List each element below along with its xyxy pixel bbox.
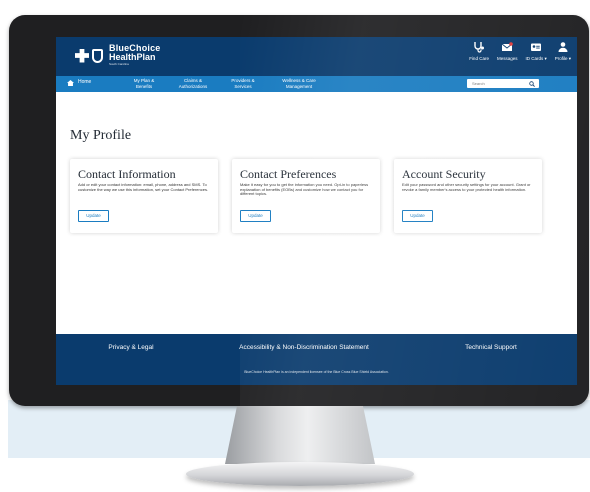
nav-item-providers-services[interactable]: Providers & Services (229, 78, 257, 89)
update-account-security-button[interactable]: Update (402, 210, 433, 222)
card-title: Account Security (402, 167, 486, 181)
nav-item-wellness-care-management[interactable]: Wellness & Care Management (271, 78, 327, 89)
licensee-note: BlueChoice HealthPlan is an independent … (244, 370, 389, 374)
monitor-mockup: BlueChoice HealthPlan South Carolina Fin… (0, 0, 590, 492)
card-description: Edit your password and other security se… (402, 182, 531, 192)
logo-line-3: South Carolina (109, 62, 129, 66)
card-description: Make it easy for you to get the informat… (240, 182, 369, 197)
update-contact-information-button[interactable]: Update (78, 210, 109, 222)
main-nav: Home My Plan & Benefits Claims & Authori… (56, 76, 577, 92)
monitor-stand-neck (225, 406, 375, 464)
utility-nav: Find Care Messages ID Cards ▾ Profile ▾ (469, 41, 571, 62)
id-card-icon (531, 43, 542, 51)
card-title: Contact Information (78, 167, 176, 181)
account-security-card: Account Security Edit your password and … (394, 159, 542, 233)
card-description: Add or edit your contact information: em… (78, 182, 209, 192)
nav-item-claims-authorizations[interactable]: Claims & Authorizations (173, 78, 213, 89)
bluechoice-logo[interactable]: BlueChoice HealthPlan South Carolina (75, 44, 161, 67)
person-icon (558, 42, 568, 52)
contact-information-card: Contact Information Add or edit your con… (70, 159, 218, 233)
stethoscope-icon (474, 42, 485, 53)
shield-logo-icon (92, 48, 103, 63)
envelope-icon (501, 42, 514, 51)
messages-label: Messages (496, 56, 518, 61)
search-icon[interactable] (529, 80, 535, 87)
home-icon (67, 80, 74, 86)
id-cards-menu[interactable]: ID Cards ▾ (525, 41, 547, 62)
search-input[interactable]: Search (467, 79, 539, 88)
cross-logo-icon (75, 48, 89, 63)
profile-label: Profile ▾ (554, 56, 571, 61)
page-footer: Privacy & Legal Accessibility & Non-Disc… (56, 334, 577, 385)
page-title: My Profile (70, 128, 132, 143)
technical-support-link[interactable]: Technical Support (436, 344, 546, 351)
privacy-legal-link[interactable]: Privacy & Legal (80, 344, 182, 351)
nav-item-my-plan-benefits[interactable]: My Plan & Benefits (126, 78, 162, 89)
update-contact-preferences-button[interactable]: Update (240, 210, 271, 222)
logo-line-2: HealthPlan (109, 52, 156, 62)
monitor-stand-base (186, 462, 414, 486)
nav-home-label: Home (78, 79, 92, 86)
profile-menu[interactable]: Profile ▾ (555, 41, 571, 62)
monitor-screen: BlueChoice HealthPlan South Carolina Fin… (56, 37, 577, 385)
nav-item-home[interactable]: Home (67, 80, 91, 86)
search-placeholder: Search (472, 80, 485, 86)
card-title: Contact Preferences (240, 167, 337, 181)
id-cards-label: ID Cards ▾ (525, 56, 547, 61)
messages-link[interactable]: Messages (496, 41, 518, 62)
find-care-link[interactable]: Find Care (469, 41, 489, 62)
contact-preferences-card: Contact Preferences Make it easy for you… (232, 159, 380, 233)
header-bar: BlueChoice HealthPlan South Carolina Fin… (56, 37, 577, 76)
logo-wordmark: BlueChoice HealthPlan South Carolina (109, 44, 161, 67)
find-care-label: Find Care (469, 56, 489, 61)
accessibility-statement-link[interactable]: Accessibility & Non-Discrimination State… (224, 344, 384, 351)
